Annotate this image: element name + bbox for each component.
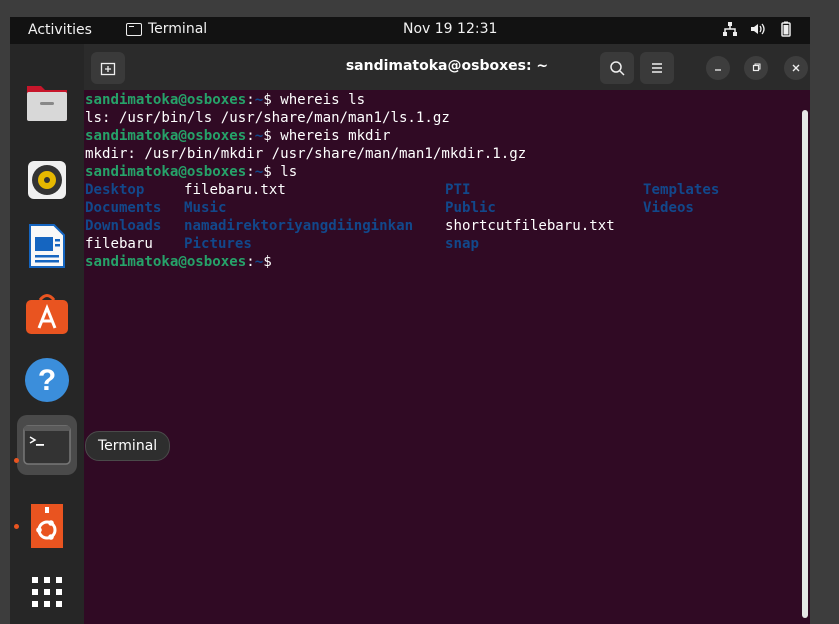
dock-rhythmbox[interactable]: [17, 150, 77, 210]
prompt-path: ~: [254, 164, 264, 180]
prompt-line: sandimatoka@osboxes:~$ whereis mkdir: [85, 127, 795, 145]
minimize-icon: [715, 69, 721, 71]
ls-entry: Public: [445, 200, 496, 216]
close-icon: [792, 64, 800, 72]
prompt-sep: :: [246, 164, 255, 180]
command-text: whereis ls: [280, 92, 366, 108]
dock-software[interactable]: [17, 284, 77, 344]
svg-text:?: ?: [38, 364, 56, 397]
ls-entry: filebaru.txt: [184, 182, 286, 198]
battery-icon: [778, 21, 794, 37]
prompt-dollar: $: [263, 164, 281, 180]
app-menu[interactable]: Terminal: [126, 21, 207, 37]
prompt-sep: :: [246, 128, 255, 144]
hamburger-icon: [652, 63, 662, 73]
search-icon: [610, 61, 625, 76]
prompt-line: sandimatoka@osboxes:~$ whereis ls: [85, 91, 795, 109]
prompt-user: sandimatoka@osboxes: [85, 254, 247, 270]
window-title: sandimatoka@osboxes: ~: [345, 58, 549, 74]
search-button[interactable]: [600, 52, 634, 84]
help-icon: ?: [25, 358, 69, 402]
running-indicator: [14, 458, 19, 463]
dock: ?: [10, 44, 84, 624]
ls-entry: Templates: [643, 182, 720, 198]
prompt-sep: :: [246, 92, 255, 108]
prompt-user: sandimatoka@osboxes: [85, 92, 247, 108]
ls-entry: Downloads: [85, 218, 162, 234]
output-line: ls: /usr/bin/ls /usr/share/man/man1/ls.1…: [85, 110, 450, 126]
running-indicator: [14, 524, 19, 529]
ls-output: Desktop filebaru.txt PTI Templates Docum…: [85, 181, 795, 253]
terminal-window: sandimatoka@osboxes: ~ sandimatoka@osbox…: [84, 44, 810, 624]
terminal-icon: [126, 22, 142, 36]
close-button[interactable]: [784, 56, 808, 80]
software-icon: [26, 294, 68, 334]
prompt-path: ~: [254, 92, 264, 108]
show-apps-button[interactable]: [17, 562, 77, 622]
writer-icon: [29, 224, 65, 268]
dock-tooltip: Terminal: [85, 431, 171, 461]
ls-entry: Music: [184, 200, 227, 216]
minimize-button[interactable]: [706, 56, 730, 80]
rhythmbox-icon: [28, 161, 66, 199]
menu-button[interactable]: [640, 52, 674, 84]
command-text: whereis mkdir: [280, 128, 391, 144]
terminal-app-icon: [23, 425, 71, 465]
volume-icon: [750, 21, 766, 37]
files-icon: [27, 86, 67, 121]
ls-entry: shortcutfilebaru.txt: [445, 218, 615, 234]
prompt-dollar: $: [263, 128, 281, 144]
prompt-user: sandimatoka@osboxes: [85, 164, 247, 180]
output-line: mkdir: /usr/bin/mkdir /usr/share/man/man…: [85, 146, 527, 162]
terminal-output[interactable]: sandimatoka@osboxes:~$ whereis ls ls: /u…: [85, 91, 795, 621]
scrollbar[interactable]: [802, 110, 808, 618]
prompt-user: sandimatoka@osboxes: [85, 128, 247, 144]
ubuntu-usb-icon: [31, 504, 63, 548]
prompt-path: ~: [254, 254, 264, 270]
dock-files[interactable]: [17, 72, 77, 132]
network-icon: [722, 21, 738, 37]
clock[interactable]: Nov 19 12:31: [403, 21, 497, 37]
prompt-dollar: $: [263, 254, 281, 270]
prompt-sep: :: [246, 254, 255, 270]
dock-writer[interactable]: [17, 216, 77, 276]
ls-entry: PTI: [445, 182, 471, 198]
command-text: ls: [280, 164, 298, 180]
prompt-dollar: $: [263, 92, 281, 108]
ls-entry: Pictures: [184, 236, 252, 252]
restore-icon: [752, 63, 761, 72]
top-bar: Activities Terminal Nov 19 12:31: [10, 17, 810, 44]
app-menu-label: Terminal: [148, 21, 208, 37]
ls-entry: Videos: [643, 200, 694, 216]
ls-entry: Documents: [85, 200, 162, 216]
ls-entry: snap: [445, 236, 479, 252]
dock-help[interactable]: ?: [17, 350, 77, 410]
header-bar: sandimatoka@osboxes: ~: [84, 44, 810, 90]
ls-entry: Desktop: [85, 182, 145, 198]
ls-entry: namadirektoriyangdiinginkan: [184, 218, 414, 234]
maximize-button[interactable]: [744, 56, 768, 80]
prompt-line: sandimatoka@osboxes:~$: [85, 253, 795, 271]
ls-entry: filebaru: [85, 236, 153, 252]
dock-usb-creator[interactable]: [17, 496, 77, 556]
system-tray[interactable]: [722, 21, 794, 37]
prompt-path: ~: [254, 128, 264, 144]
desktop-screen: Activities Terminal Nov 19 12:31 ? sandi…: [10, 17, 810, 624]
prompt-line: sandimatoka@osboxes:~$ ls: [85, 163, 795, 181]
activities-button[interactable]: Activities: [28, 22, 92, 38]
app-grid-icon: [32, 577, 62, 607]
dock-terminal[interactable]: [17, 415, 77, 475]
